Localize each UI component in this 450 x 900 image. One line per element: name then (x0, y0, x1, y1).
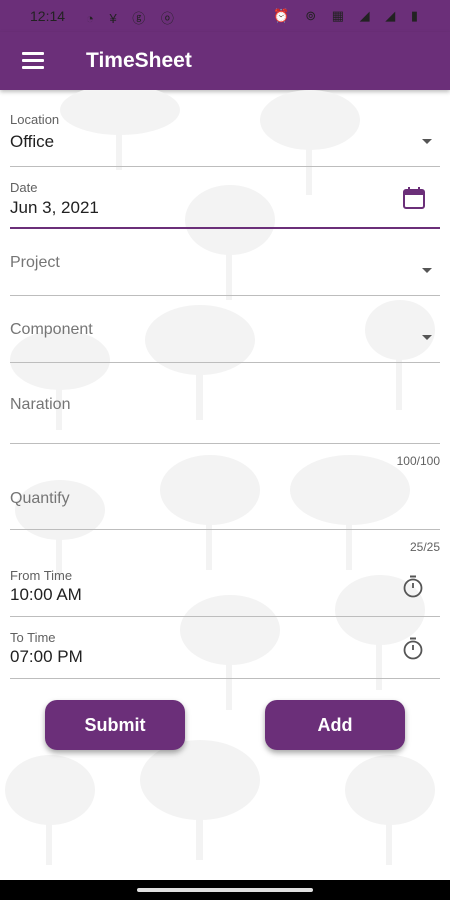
to-time-label: To Time (10, 630, 56, 645)
date-field[interactable]: Date Jun 3, 2021 (10, 178, 440, 230)
naration-placeholder: Naration (10, 396, 71, 413)
chevron-down-icon[interactable] (422, 335, 432, 340)
chevron-down-icon[interactable] (422, 139, 432, 144)
system-navigation-bar (0, 880, 450, 900)
from-time-label: From Time (10, 568, 73, 583)
chevron-down-icon[interactable] (422, 268, 432, 273)
location-dropdown[interactable]: Location Office (10, 110, 440, 167)
menu-icon[interactable] (22, 52, 44, 70)
status-bar: 12:14 ◔ ¥ ⓖ ⓞ ⏰ ⊚ ▦ ◢ ◢ ▮ (0, 0, 450, 32)
quantify-input[interactable]: Quantify 25/25 (10, 490, 440, 554)
quantify-placeholder: Quantify (10, 490, 70, 507)
from-time-underline (10, 616, 440, 617)
status-notification-icons: ◔ ¥ ⓖ ⓞ (86, 11, 180, 26)
project-dropdown[interactable]: Project (10, 252, 440, 296)
project-underline (10, 295, 440, 296)
status-time: 12:14 (30, 8, 66, 24)
project-placeholder: Project (10, 254, 60, 271)
date-value: Jun 3, 2021 (10, 198, 99, 217)
naration-input[interactable]: Naration 100/100 (10, 394, 440, 468)
to-time-field[interactable]: To Time 07:00 PM (10, 628, 440, 679)
location-label: Location (10, 112, 60, 127)
quantify-char-counter: 25/25 (409, 540, 440, 554)
naration-underline (10, 443, 440, 444)
date-label: Date (10, 180, 38, 195)
submit-button[interactable]: Submit (45, 700, 185, 750)
home-gesture-handle[interactable] (137, 888, 313, 892)
add-button[interactable]: Add (265, 700, 405, 750)
quantify-underline (10, 529, 440, 530)
location-value: Office (10, 132, 55, 151)
calendar-icon[interactable] (402, 186, 426, 210)
stopwatch-icon[interactable] (402, 574, 424, 598)
to-time-underline (10, 678, 440, 679)
status-system-icons: ⏰ ⊚ ▦ ◢ ◢ ▮ (273, 8, 424, 23)
component-underline (10, 362, 440, 363)
app-bar: TimeSheet (0, 32, 450, 90)
component-dropdown[interactable]: Component (10, 319, 440, 363)
app-title: TimeSheet (86, 49, 192, 72)
to-time-value: 07:00 PM (10, 647, 83, 666)
naration-char-counter: 100/100 (396, 454, 440, 468)
date-underline (10, 227, 440, 229)
from-time-field[interactable]: From Time 10:00 AM (10, 566, 440, 617)
stopwatch-icon[interactable] (402, 636, 424, 660)
location-underline (10, 166, 440, 167)
from-time-value: 10:00 AM (10, 585, 82, 604)
component-placeholder: Component (10, 321, 93, 338)
